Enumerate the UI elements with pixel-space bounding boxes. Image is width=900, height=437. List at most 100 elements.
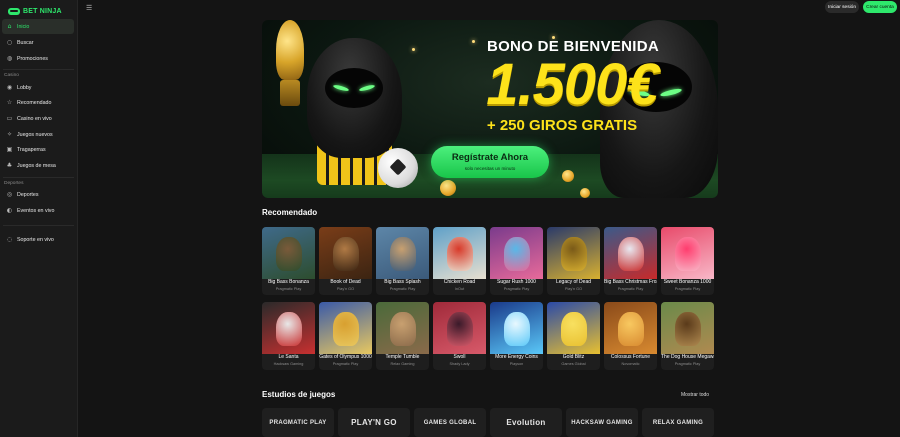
game-character — [675, 312, 701, 346]
sidebar-divider — [3, 225, 74, 226]
game-character — [447, 312, 473, 346]
game-character — [504, 312, 530, 346]
show-all-link[interactable]: Mostrar todo — [681, 392, 709, 398]
studio-logo[interactable]: RELAX GAMING — [642, 408, 714, 437]
game-title: Big Bass Bonanza — [268, 279, 309, 285]
new-games-icon: ✧ — [6, 131, 13, 138]
game-thumbnail — [433, 227, 486, 279]
ninja-mask-icon — [8, 7, 20, 15]
game-thumbnail — [604, 302, 657, 354]
sidebar-item-juegos-de-mesa[interactable]: ♣ Juegos de mesa — [2, 158, 74, 173]
lobby-icon: ◉ — [6, 84, 13, 91]
game-card[interactable]: Le Santa Hacksaw Gaming — [262, 302, 315, 370]
sidebar-item-tragaperras[interactable]: ▣ Tragaperras — [2, 142, 74, 157]
game-provider: Pragmatic Play — [503, 287, 530, 291]
game-thumbnail — [319, 302, 372, 354]
sidebar-item-label: Recomendado — [17, 99, 52, 106]
studio-logo[interactable]: HACKSAW GAMING — [566, 408, 638, 437]
game-provider: Play'n GO — [564, 287, 583, 291]
banner-free-spins: + 250 GIROS GRATIS — [486, 117, 638, 134]
sidebar-item-lobby[interactable]: ◉ Lobby — [2, 80, 74, 95]
sidebar-item-juegos-nuevos[interactable]: ✧ Juegos nuevos — [2, 127, 74, 142]
game-provider: Pragmatic Play — [674, 362, 701, 366]
support-icon: ◌ — [6, 236, 13, 243]
game-card[interactable]: Temple Tumble Relax Gaming — [376, 302, 429, 370]
game-card[interactable]: Gold Blitz Games Global — [547, 302, 600, 370]
sidebar-item-label: Promociones — [17, 55, 48, 62]
game-thumbnail — [376, 227, 429, 279]
studios-title: Estudios de juegos — [262, 390, 336, 399]
game-card[interactable]: Gates of Olympus 1000 Pragmatic Play — [319, 302, 372, 370]
game-card[interactable]: Big Bass Splash Pragmatic Play — [376, 227, 429, 295]
studio-logo[interactable]: PRAGMATIC PLAY — [262, 408, 334, 437]
game-title: Swoll — [453, 354, 466, 360]
game-card[interactable]: Sugar Rush 1000 Pragmatic Play — [490, 227, 543, 295]
register-now-subtext: solo necesitas un minuto — [464, 166, 516, 171]
search-icon: ○ — [6, 39, 13, 46]
recommended-title: Recomendado — [262, 208, 318, 217]
game-card[interactable]: Legacy of Dead Play'n GO — [547, 227, 600, 295]
sidebar-item-casino-en-vivo[interactable]: ▭ Casino en vivo — [2, 111, 74, 126]
game-thumbnail — [661, 227, 714, 279]
welcome-bonus-banner[interactable]: BONO DE BIENVENIDA 1.500€ + 250 GIROS GR… — [262, 20, 718, 198]
game-card[interactable]: More Energy Coins Playson — [490, 302, 543, 370]
sidebar-divider — [3, 177, 74, 178]
game-character — [333, 237, 359, 271]
table-games-icon: ♣ — [6, 162, 13, 169]
game-card[interactable]: Big Bass Christmas Frozen Lake Pragmatic … — [604, 227, 657, 295]
game-provider: Pragmatic Play — [674, 287, 701, 291]
studio-logo[interactable]: PLAY'N GO — [338, 408, 410, 437]
brand-logo[interactable]: BET NINJA — [8, 5, 62, 17]
sidebar-item-label: Eventos en vivo — [17, 207, 55, 214]
game-character — [390, 237, 416, 271]
game-card[interactable]: Chicken Road InOut — [433, 227, 486, 295]
sidebar-item-label: Juegos nuevos — [17, 131, 53, 138]
game-character — [675, 237, 701, 271]
slot-machine-icon: ▣ — [6, 146, 13, 153]
game-card[interactable]: Big Bass Bonanza Pragmatic Play — [262, 227, 315, 295]
login-button[interactable]: Iniciar sesión — [825, 1, 859, 13]
studio-logo[interactable]: GAMES GLOBAL — [414, 408, 486, 437]
game-character — [333, 312, 359, 346]
game-title: Sugar Rush 1000 — [497, 279, 536, 285]
sidebar-item-eventos-en-vivo[interactable]: ◐ Eventos en vivo — [2, 203, 74, 218]
sidebar-item-recomendado[interactable]: ☆ Recomendado — [2, 95, 74, 110]
register-now-label: Regístrate Ahora — [451, 152, 529, 163]
game-card[interactable]: Colossus Fortune Novomatic — [604, 302, 657, 370]
sidebar-item-deportes[interactable]: ◎ Deportes — [2, 187, 74, 202]
game-provider: Novomatic — [621, 362, 640, 366]
game-thumbnail — [604, 227, 657, 279]
sidebar-item-promociones[interactable]: ◍ Promociones — [2, 51, 74, 66]
game-character — [618, 312, 644, 346]
studio-logo[interactable]: Evolution — [490, 408, 562, 437]
game-provider: Relax Gaming — [390, 362, 415, 366]
game-thumbnail — [661, 302, 714, 354]
game-card[interactable]: Book of Dead Play'n GO — [319, 227, 372, 295]
game-provider: Pragmatic Play — [275, 287, 302, 291]
star-icon: ☆ — [6, 99, 13, 106]
game-thumbnail — [547, 302, 600, 354]
game-title: Chicken Road — [443, 279, 476, 285]
register-now-button[interactable]: Regístrate Ahora solo necesitas un minut… — [431, 146, 549, 178]
sidebar-item-inicio[interactable]: ⌂ Inicio — [2, 19, 74, 34]
game-title: Book of Dead — [330, 279, 361, 285]
game-title: Le Santa — [278, 354, 299, 360]
coin-icon — [562, 170, 574, 182]
game-card[interactable]: Swoll Shady Lady — [433, 302, 486, 370]
sidebar-item-label: Inicio — [17, 23, 30, 30]
game-character — [276, 312, 302, 346]
game-character — [561, 237, 587, 271]
game-thumbnail — [433, 302, 486, 354]
game-thumbnail — [376, 302, 429, 354]
game-provider: Playson — [509, 362, 524, 366]
game-character — [447, 237, 473, 271]
sidebar-item-buscar[interactable]: ○ Buscar — [2, 35, 74, 50]
game-title: The Dog House Megaways — [661, 354, 714, 360]
hamburger-menu-icon[interactable]: ☰ — [86, 5, 94, 12]
game-card[interactable]: The Dog House Megaways Pragmatic Play — [661, 302, 714, 370]
game-title: Legacy of Dead — [555, 279, 592, 285]
sidebar-item-soporte[interactable]: ◌ Soporte en vivo — [2, 232, 74, 247]
game-card[interactable]: Sweet Bonanza 1000 Pragmatic Play — [661, 227, 714, 295]
live-events-icon: ◐ — [6, 207, 13, 214]
register-button[interactable]: Crear cuenta — [863, 1, 897, 13]
